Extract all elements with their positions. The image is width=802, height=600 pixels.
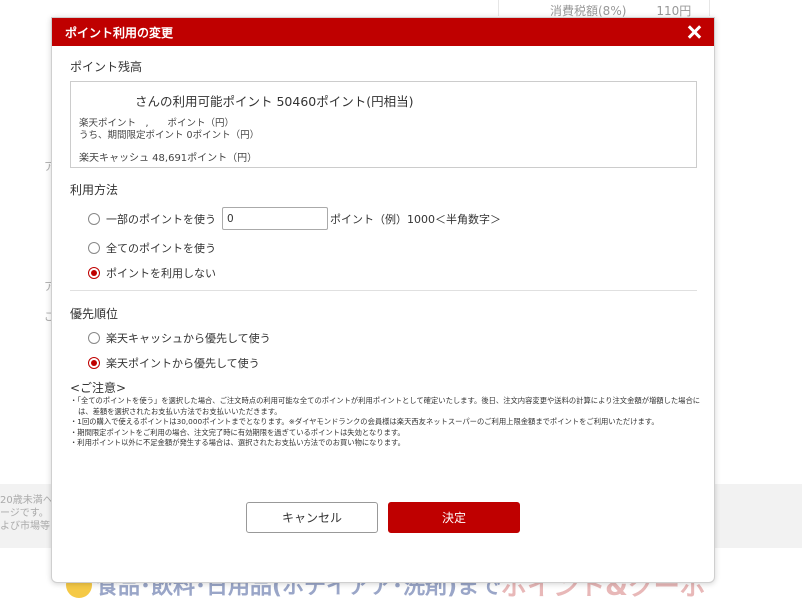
tax-label: 消費税額(8%) xyxy=(550,4,627,18)
usage-option-label: ポイントを利用しない xyxy=(106,267,216,280)
point-input-hint: ポイント（例）1000＜半角数字＞ xyxy=(330,212,501,226)
radio-cash-first[interactable] xyxy=(88,332,100,344)
section-divider xyxy=(70,290,697,291)
radio-points-first[interactable] xyxy=(88,357,100,369)
confirm-button[interactable]: 決定 xyxy=(388,502,520,533)
priority-section-label: 優先順位 xyxy=(70,307,119,321)
radio-all-points[interactable] xyxy=(88,242,100,254)
notes-title: <ご注意> xyxy=(70,381,127,395)
note-item: ・利用ポイント以外に不足金額が発生する場合は、選択されたお支払い方法でのお買い物… xyxy=(70,438,405,447)
usage-option-partial[interactable]: 一部のポイントを使う ポイント（例）1000＜半角数字＞ xyxy=(88,207,501,230)
modal-title: ポイント利用の変更 xyxy=(65,25,174,40)
close-icon[interactable] xyxy=(686,24,702,40)
modal-header: ポイント利用の変更 xyxy=(52,18,714,46)
point-usage-modal: ポイント利用の変更 ポイント残高 さんの利用可能ポイント 50460ポイント(円… xyxy=(51,17,715,583)
balance-box: さんの利用可能ポイント 50460ポイント(円相当) 楽天ポイント , ポイント… xyxy=(70,81,697,168)
available-points-text: さんの利用可能ポイント 50460ポイント(円相当) xyxy=(135,94,414,109)
radio-partial-points[interactable] xyxy=(88,212,100,225)
limited-points-line: うち、期間限定ポイント 0ポイント（円） xyxy=(79,130,260,141)
background-band-text: 20歳未満へ xyxy=(0,495,53,506)
note-item: ・1回の購入で使えるポイントは30,000ポイントまでとなります。※ダイヤモンド… xyxy=(70,417,659,426)
usage-option-none[interactable]: ポイントを利用しない xyxy=(88,265,216,281)
usage-option-label: 一部のポイントを使う xyxy=(106,212,216,226)
priority-option-label: 楽天キャッシュから優先して使う xyxy=(106,332,271,345)
rakuten-cash-line: 楽天キャッシュ 48,691ポイント（円） xyxy=(79,153,258,164)
usage-section-label: 利用方法 xyxy=(70,183,119,197)
tax-amount: 110円 xyxy=(656,4,692,18)
cancel-button[interactable]: キャンセル xyxy=(246,502,378,533)
usage-option-all[interactable]: 全てのポイントを使う xyxy=(88,240,216,256)
background-band-text: ージです。 xyxy=(0,508,49,519)
note-item: ・期間限定ポイントをご利用の場合、注文完了時に有効期限を過ぎているポイントは失効… xyxy=(70,427,405,437)
point-amount-input[interactable] xyxy=(222,207,328,230)
priority-option-label: 楽天ポイントから優先して使う xyxy=(106,357,260,370)
balance-section-label: ポイント残高 xyxy=(70,60,143,74)
note-item: ・「全てのポイントを使う」を選択した場合、ご注文時点の利用可能な全てのポイントが… xyxy=(70,396,701,416)
usage-option-label: 全てのポイントを使う xyxy=(106,242,216,255)
priority-option-cash[interactable]: 楽天キャッシュから優先して使う xyxy=(88,330,271,346)
background-band-text: よび市場等 xyxy=(0,521,50,532)
notes-list: ・「全てのポイントを使う」を選択した場合、ご注文時点の利用可能な全てのポイントが… xyxy=(70,396,702,449)
priority-option-points[interactable]: 楽天ポイントから優先して使う xyxy=(88,355,260,371)
radio-no-points[interactable] xyxy=(88,267,100,279)
